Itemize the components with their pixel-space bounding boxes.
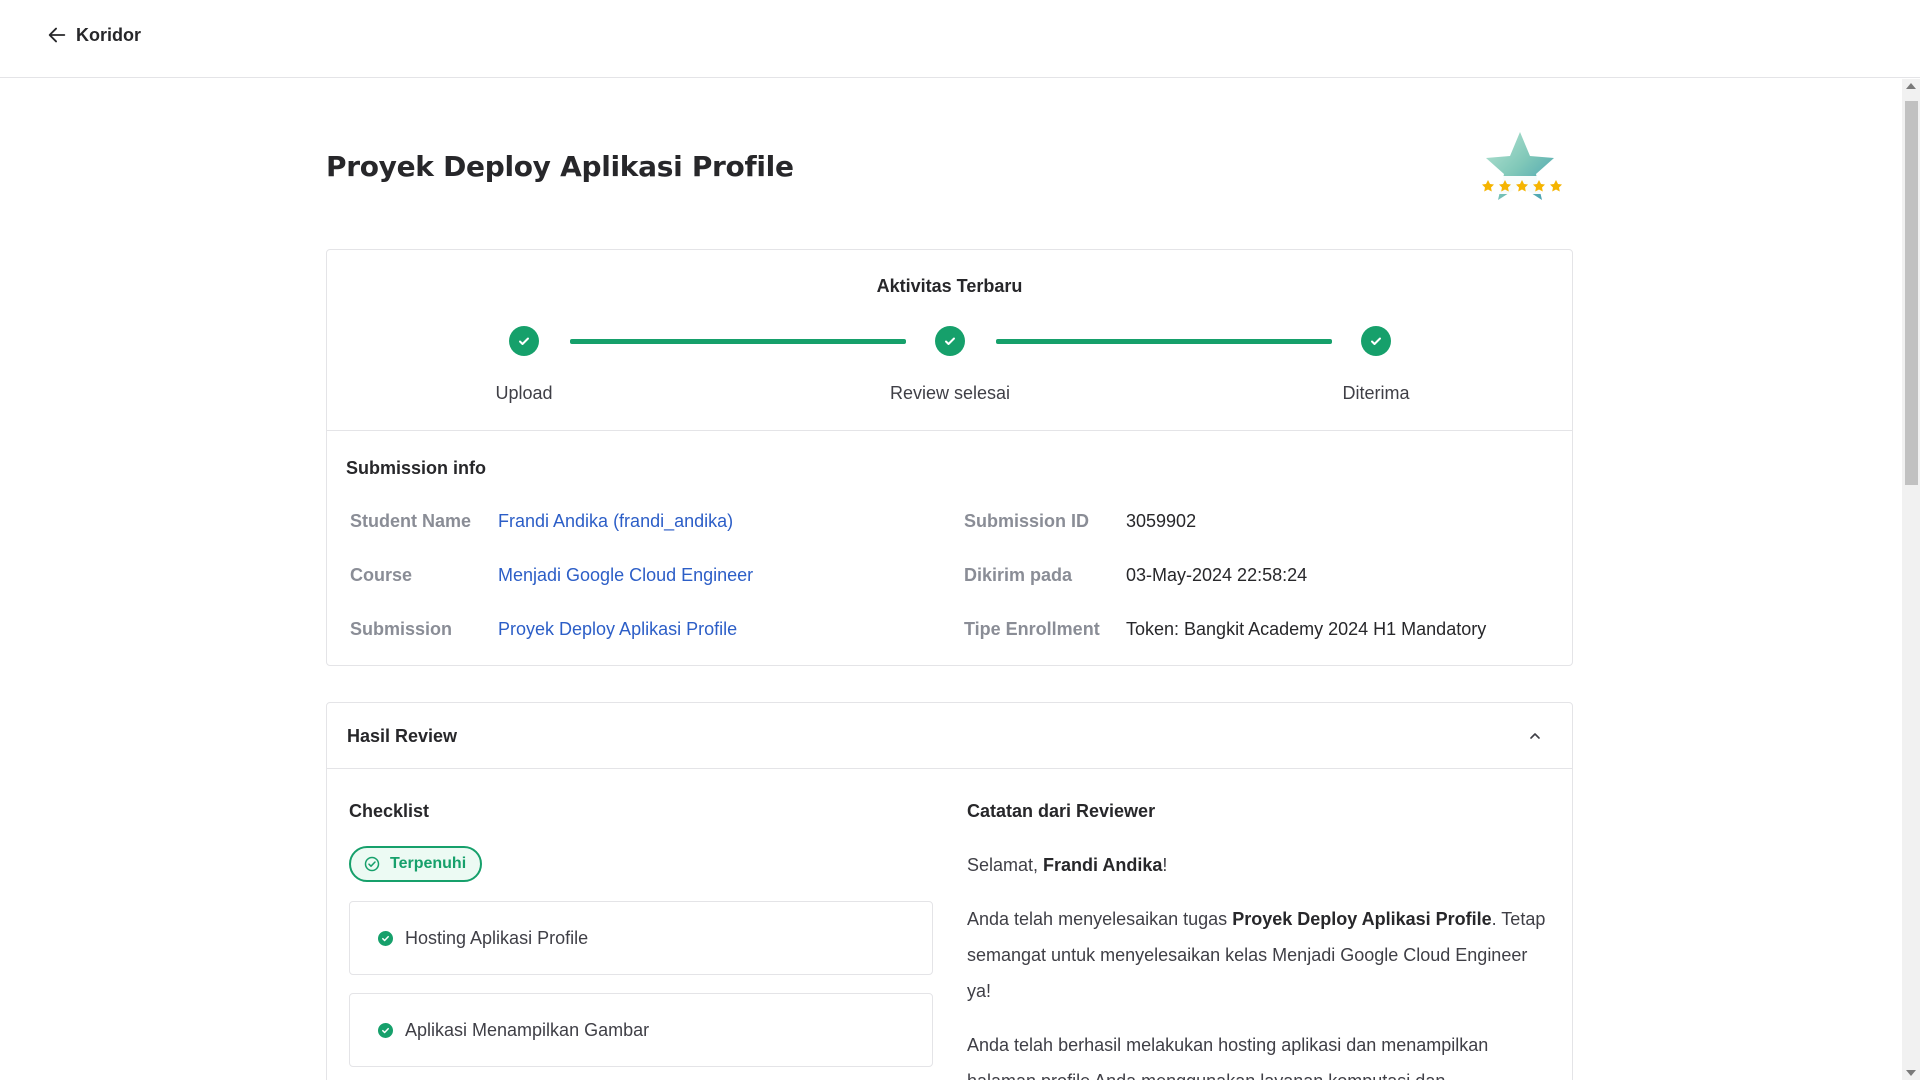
checklist-item-label: Aplikasi Menampilkan Gambar [405,1019,650,1040]
step-label: Diterima [1342,383,1410,403]
check-circle-icon [378,930,393,946]
back-to-koridor-link[interactable]: Koridor [46,24,141,46]
step-diterima: Diterima [1256,326,1496,404]
check-circle-icon [935,326,965,356]
student-name-link[interactable]: Frandi Andika (frandi_andika) [498,511,733,532]
review-card: Hasil Review Checklist Terpenuhi Hosting… [326,702,1573,1080]
back-link-label: Koridor [76,24,141,45]
chevron-up-icon[interactable] [1528,729,1542,743]
check-circle-icon [509,326,539,356]
check-circle-outline-icon [364,856,380,872]
reviewer-notes: Selamat, Frandi Andika! Anda telah menye… [967,847,1547,1080]
top-bar: Koridor [0,0,1920,78]
card-divider [327,430,1572,431]
check-circle-icon [1361,326,1391,356]
review-header[interactable]: Hasil Review [327,703,1572,769]
notes-paragraph: Anda telah menyelesaikan tugas Proyek De… [967,909,1546,1001]
scroll-thumb[interactable] [1905,101,1918,485]
submission-link[interactable]: Proyek Deploy Aplikasi Profile [498,619,737,640]
arrow-left-icon [48,27,66,43]
submission-card: Aktivitas Terbaru Upload Review selesai … [326,249,1573,666]
checklist-item: Aplikasi Menampilkan Gambar [349,993,933,1067]
activity-title: Aktivitas Terbaru [876,276,1023,296]
status-badge-label: Terpenuhi [390,855,467,872]
course-label: Course [350,565,413,585]
enrollment-type-label: Tipe Enrollment [964,619,1100,639]
checklist-item: Hosting Aplikasi Profile [349,901,933,975]
step-upload: Upload [404,326,644,404]
step-label: Upload [495,383,553,403]
student-name-label: Student Name [350,511,472,531]
submission-id-label: Submission ID [964,511,1090,531]
check-circle-icon [378,1022,393,1038]
status-badge: Terpenuhi [349,846,482,882]
page-scrollbar[interactable] [1902,79,1920,1080]
step-label: Review selesai [889,383,1011,403]
checklist-title: Checklist [349,801,430,821]
star-rating-badge-icon [1478,132,1562,200]
course-link[interactable]: Menjadi Google Cloud Engineer [498,565,753,586]
sent-at-label: Dikirim pada [964,565,1073,585]
scroll-up-arrow-icon[interactable] [1906,83,1916,89]
step-review-selesai: Review selesai [830,326,1070,404]
checklist-item-label: Hosting Aplikasi Profile [405,927,589,948]
sent-at-value: 03-May-2024 22:58:24 [1126,565,1308,585]
notes-paragraph: Anda telah berhasil melakukan hosting ap… [967,1035,1489,1080]
scroll-down-arrow-icon[interactable] [1906,1070,1916,1076]
enrollment-type-value: Token: Bangkit Academy 2024 H1 Mandatory [1126,619,1487,639]
reviewer-notes-title: Catatan dari Reviewer [967,801,1156,821]
review-title: Hasil Review [347,726,458,746]
submission-id-value: 3059902 [1126,511,1197,531]
submission-info-title: Submission info [346,458,487,478]
submission-label: Submission [350,619,453,639]
page-title: Proyek Deploy Aplikasi Profile [326,150,794,183]
notes-greeting: Selamat, Frandi Andika! [967,855,1168,875]
